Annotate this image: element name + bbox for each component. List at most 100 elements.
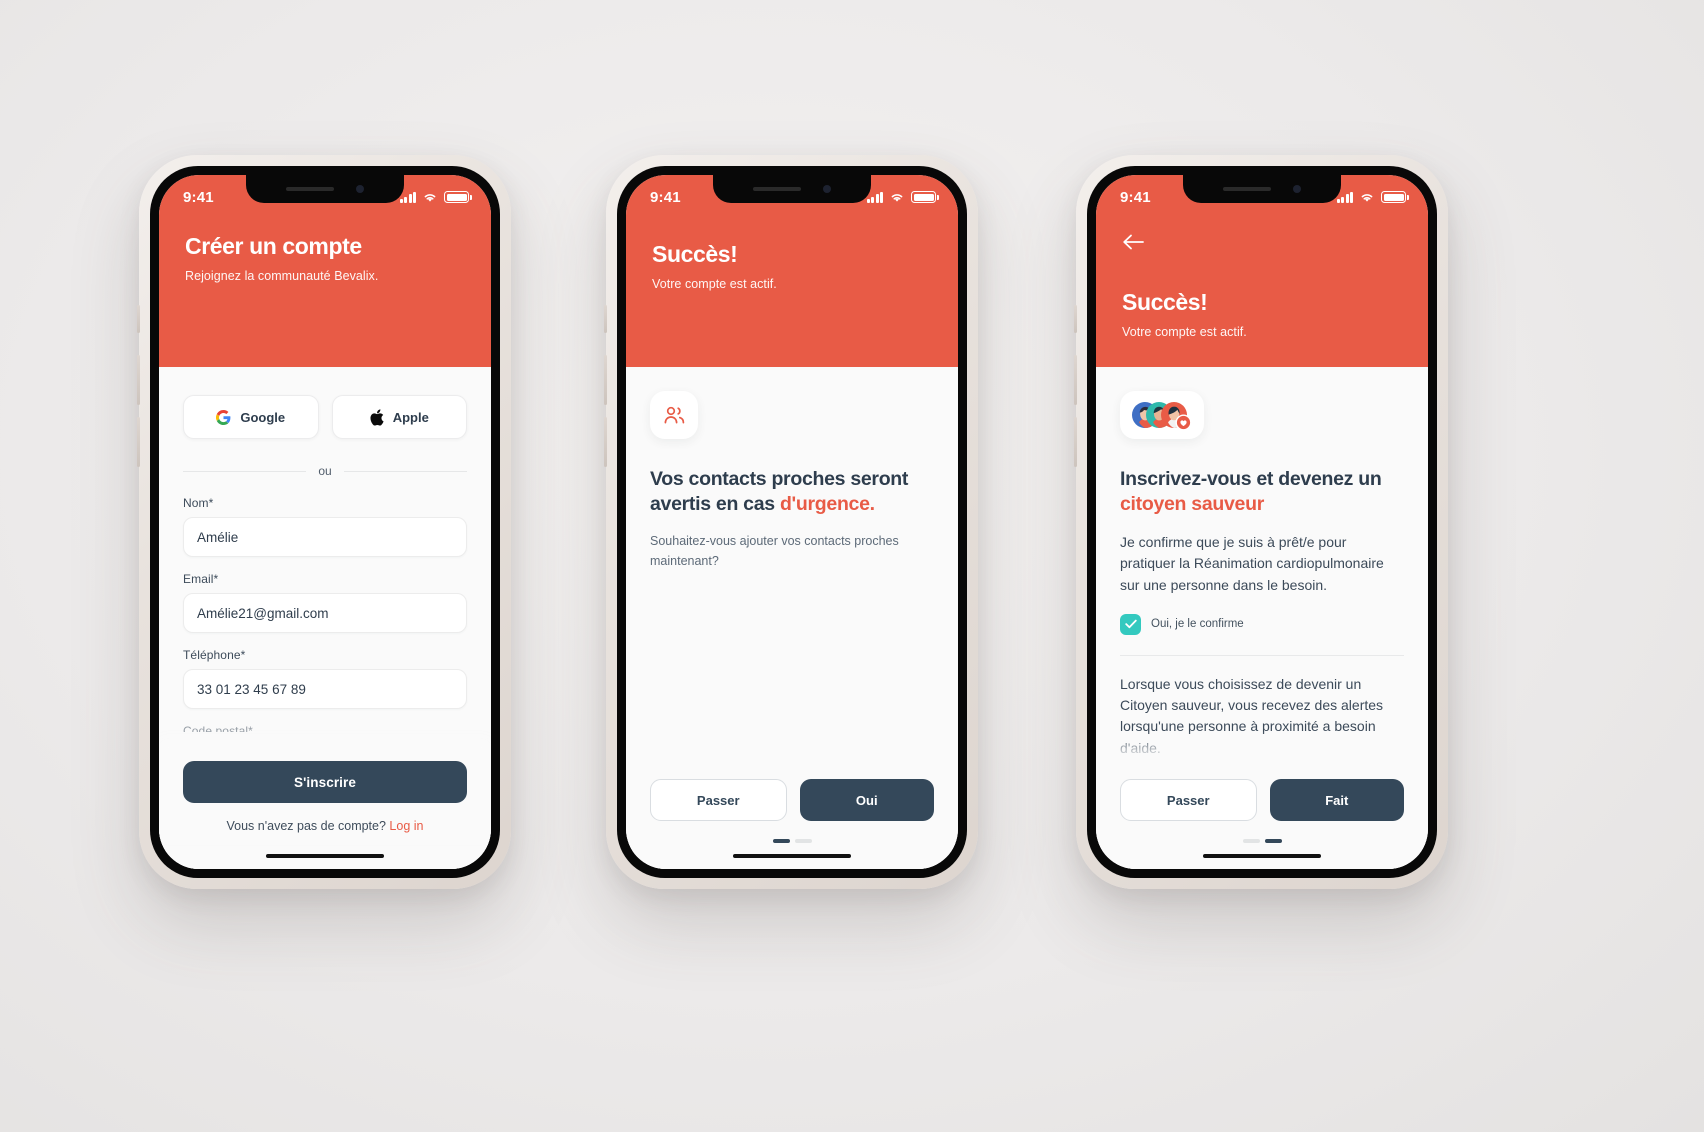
login-link[interactable]: Log in (389, 819, 423, 833)
home-indicator-area (1096, 843, 1428, 869)
divider-line-left (183, 470, 307, 472)
signup-footer: S'inscrire Vous n'avez pas de compte? Lo… (159, 749, 491, 843)
google-label: Google (240, 409, 286, 425)
volume-up-button (604, 355, 607, 405)
signup-body: Google Apple ou Nom* Amélie Email* Améli… (159, 367, 491, 869)
status-bar: 9:41 (1096, 175, 1428, 219)
input-telephone[interactable]: 33 01 23 45 67 89 (183, 669, 467, 709)
contacts-paragraph: Souhaitez-vous ajouter vos contacts proc… (650, 534, 899, 568)
done-button[interactable]: Fait (1269, 779, 1404, 821)
confirm-checkbox-row[interactable]: Oui, je le confirme (1120, 613, 1404, 635)
status-time: 9:41 (650, 188, 681, 206)
screen-create-account: 9:41 Créer un compte Rejoignez la commun… (159, 175, 491, 869)
avatar-group-heart-icon (1132, 402, 1192, 431)
citoyen-content: Inscrivez-vous et devenez un citoyen sau… (1096, 367, 1428, 769)
citoyen-heading: Inscrivez-vous et devenez un citoyen sau… (1120, 467, 1404, 516)
avatar-group-heart-icon-tile (1120, 391, 1204, 439)
apple-label: Apple (392, 409, 429, 425)
oauth-buttons: Google Apple (159, 367, 491, 439)
silent-switch (1074, 305, 1077, 333)
citoyen-paragraph: Je confirme que je suis à prêt/e pour pr… (1120, 534, 1384, 593)
page-subtitle: Votre compte est actif. (1122, 325, 1247, 339)
silent-switch (604, 305, 607, 333)
label-code-postal: Code postal* (183, 724, 253, 732)
home-indicator (1203, 853, 1321, 859)
skip-button[interactable]: Passer (1120, 779, 1257, 821)
citoyen-paragraph-2: Lorsque vous choisissez de devenir un Ci… (1120, 675, 1384, 756)
skip-button[interactable]: Passer (650, 779, 787, 821)
status-bar: 9:41 (626, 175, 958, 219)
contacts-body: Vos contacts proches seront avertis en c… (626, 367, 958, 869)
volume-down-button (137, 417, 140, 467)
cellular-bars-icon (1336, 191, 1353, 203)
phone-mockup-2: 9:41 Succès! Votre compte est actif. Vos… (604, 155, 978, 889)
contacts-footer-buttons: Passer Oui (626, 769, 958, 821)
page-title: Créer un compte (185, 233, 362, 259)
input-nom[interactable]: Amélie (183, 517, 467, 557)
contacts-people-icon-tile (650, 391, 698, 439)
citoyen-footer-buttons: Passer Fait (1096, 769, 1428, 821)
input-email[interactable]: Amélie21@gmail.com (183, 593, 467, 633)
home-indicator-area (626, 843, 958, 869)
wifi-icon (891, 194, 903, 202)
volume-up-button (1074, 355, 1077, 405)
battery-icon (911, 191, 939, 203)
home-indicator-area (159, 843, 491, 869)
divider-or: ou (159, 464, 491, 478)
signup-submit-button[interactable]: S'inscrire (183, 761, 467, 803)
wifi-icon (424, 194, 436, 202)
contacts-heading: Vos contacts proches seront avertis en c… (650, 467, 934, 516)
page-subtitle: Rejoignez la communauté Bevalix. (185, 269, 379, 283)
volume-down-button (604, 417, 607, 467)
citoyen-heading-accent: citoyen sauveur (1120, 492, 1264, 515)
citoyen-body: Inscrivez-vous et devenez un citoyen sau… (1096, 367, 1428, 869)
signup-fields: Nom* Amélie Email* Amélie21@gmail.com Té… (159, 478, 491, 749)
pagination-dots (1096, 821, 1428, 843)
label-email: Email* (183, 572, 219, 586)
volume-up-button (137, 355, 140, 405)
cellular-bars-icon (399, 191, 416, 203)
confirm-checkbox[interactable] (1120, 613, 1141, 635)
page-title: Succès! (652, 241, 738, 267)
login-prompt-text: Vous n'avez pas de compte? (226, 819, 386, 833)
page-subtitle: Votre compte est actif. (652, 277, 777, 291)
hero-header-3: 9:41 Succès! Votre compte est actif. (1096, 175, 1428, 367)
page-title: Succès! (1122, 289, 1208, 315)
login-prompt: Vous n'avez pas de compte? Log in (183, 819, 467, 833)
screen-contacts-prompt: 9:41 Succès! Votre compte est actif. Vos… (626, 175, 958, 869)
pagination-dots (626, 821, 958, 843)
apple-icon (370, 408, 384, 426)
status-bar: 9:41 (159, 175, 491, 219)
cellular-bars-icon (866, 191, 883, 203)
hero-header-1: 9:41 Créer un compte Rejoignez la commun… (159, 175, 491, 367)
battery-icon (444, 191, 472, 203)
section-divider (1120, 654, 1404, 656)
apple-signin-button[interactable]: Apple (331, 395, 467, 439)
status-icons (399, 191, 472, 203)
label-nom: Nom* (183, 496, 214, 510)
phone-mockup-1: 9:41 Créer un compte Rejoignez la commun… (137, 155, 511, 889)
back-button[interactable] (1122, 229, 1148, 255)
battery-icon (1381, 191, 1409, 203)
google-signin-button[interactable]: Google (183, 395, 319, 439)
citoyen-heading-main: Inscrivez-vous et devenez un (1120, 468, 1382, 490)
google-icon (216, 409, 231, 425)
volume-down-button (1074, 417, 1077, 467)
check-icon (1124, 620, 1137, 629)
screenshot-stage: 9:41 Créer un compte Rejoignez la commun… (0, 0, 1704, 1132)
home-indicator (733, 853, 851, 859)
divider-line-right (343, 470, 468, 472)
confirm-yes-button[interactable]: Oui (799, 779, 934, 821)
silent-switch (137, 305, 140, 333)
contacts-heading-accent: d'urgence. (779, 492, 875, 515)
back-arrow-icon (1123, 234, 1144, 250)
hero-header-2: 9:41 Succès! Votre compte est actif. (626, 175, 958, 367)
status-icons (1336, 191, 1409, 203)
wifi-icon (1361, 194, 1373, 202)
contacts-content: Vos contacts proches seront avertis en c… (626, 367, 958, 769)
home-indicator (266, 853, 384, 859)
status-time: 9:41 (1120, 188, 1151, 206)
label-telephone: Téléphone* (183, 648, 246, 662)
contacts-people-icon (664, 406, 685, 424)
status-time: 9:41 (183, 188, 214, 206)
